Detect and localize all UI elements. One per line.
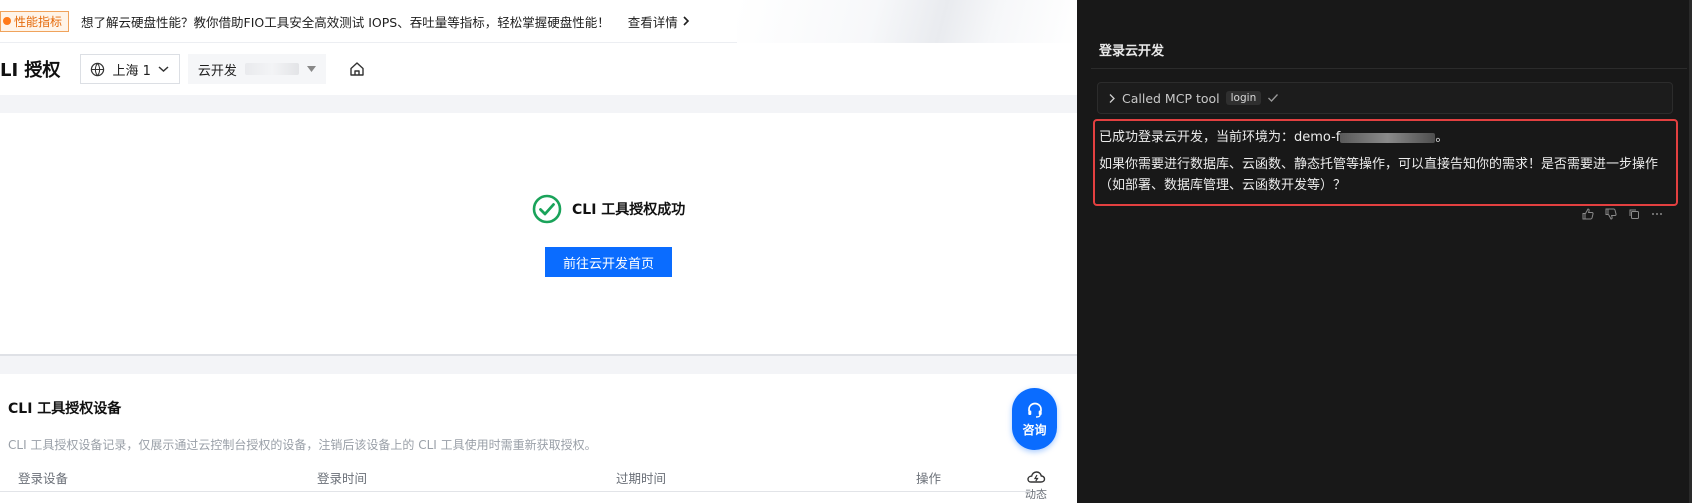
auth-success-status: CLI 工具授权成功 <box>532 194 685 224</box>
auth-success-message: CLI 工具授权成功 <box>572 202 686 218</box>
chevron-right-icon <box>1109 93 1115 103</box>
home-icon <box>350 62 364 76</box>
thumbs-down-icon <box>1605 208 1617 220</box>
chat-divider <box>1091 68 1687 69</box>
auth-success-card: CLI 工具授权成功 前往云开发首页 <box>0 113 1077 356</box>
banner-graphic <box>737 0 1077 43</box>
chat-panel: 登录云开发 Called MCP tool login 已成功登录云开发，当前环… <box>1077 0 1692 503</box>
headset-icon <box>1027 402 1042 418</box>
dislike-button[interactable] <box>1604 207 1618 221</box>
devices-description: CLI 工具授权设备记录，仅展示通过云控制台授权的设备，注销后该设备上的 CLI… <box>8 438 597 452</box>
like-button[interactable] <box>1581 207 1595 221</box>
banner-tag-label: 性能指标 <box>14 14 63 29</box>
env-id-redacted <box>1340 132 1436 143</box>
region-label: 上海 1 <box>112 63 151 79</box>
banner-details-link[interactable]: 查看详情 <box>628 12 690 31</box>
dynamic-button[interactable]: 动态 <box>1018 470 1054 503</box>
message-env-suffix: 。 <box>1435 130 1449 145</box>
mcp-tool-call-row[interactable]: Called MCP tool login <box>1097 82 1673 114</box>
check-icon <box>1268 94 1279 102</box>
page-header: LI 授权 上海 1 云开发 <box>0 43 1077 95</box>
column-header-device: 登录设备 <box>18 471 69 486</box>
home-button[interactable] <box>346 58 368 80</box>
tool-call-text: Called MCP tool <box>1122 90 1220 106</box>
go-to-console-button[interactable]: 前往云开发首页 <box>545 247 672 277</box>
thumbs-up-icon <box>1582 208 1594 220</box>
promo-banner: 性能指标 想了解云硬盘性能？教你借助FIO工具安全高效测试 IOPS、吞吐量等指… <box>0 0 1077 43</box>
consult-button[interactable]: 咨询 <box>1012 388 1057 450</box>
message-env-prefix: 已成功登录云开发，当前环境为：demo-f <box>1099 130 1341 145</box>
more-button[interactable] <box>1650 207 1664 221</box>
column-header-action: 操作 <box>916 471 942 486</box>
cloud-icon <box>1027 471 1046 483</box>
tag-dot-icon <box>3 17 11 25</box>
more-icon <box>1652 213 1662 215</box>
banner-tag: 性能指标 <box>0 10 70 32</box>
auth-devices-card: CLI 工具授权设备 CLI 工具授权设备记录，仅展示通过云控制台授权的设备，注… <box>0 374 1077 503</box>
env-label: 云开发 <box>197 63 237 79</box>
assistant-message-line-1: 已成功登录云开发，当前环境为：demo-f 。 <box>1099 126 1448 145</box>
banner-link-label: 查看详情 <box>627 14 678 30</box>
env-select[interactable]: 云开发 <box>187 54 326 84</box>
chevron-down-icon <box>158 66 169 73</box>
banner-text: 想了解云硬盘性能？教你借助FIO工具安全高效测试 IOPS、吞吐量等指标，轻松掌… <box>81 14 610 30</box>
dynamic-label: 动态 <box>1025 488 1047 501</box>
tool-name-badge: login <box>1225 91 1262 105</box>
devices-title: CLI 工具授权设备 <box>8 401 122 417</box>
chevron-right-icon <box>683 16 689 26</box>
assistant-message-line-3: （如部署、数据库管理、云函数开发等）？ <box>1099 178 1347 193</box>
check-circle-icon <box>532 194 562 224</box>
region-select[interactable]: 上海 1 <box>80 54 180 84</box>
copy-button[interactable] <box>1627 207 1641 221</box>
message-actions <box>1581 207 1664 221</box>
devices-table-header: 登录设备 登录时间 过期时间 操作 <box>0 460 1040 492</box>
column-header-expire-time: 过期时间 <box>616 471 667 486</box>
chat-title: 登录云开发 <box>1099 44 1165 59</box>
assistant-message-line-2: 如果你需要进行数据库、云函数、静态托管等操作，可以直接告知你的需求！是否需要进一… <box>1099 157 1659 172</box>
screen: 性能指标 想了解云硬盘性能？教你借助FIO工具安全高效测试 IOPS、吞吐量等指… <box>0 0 1692 503</box>
caret-down-icon <box>306 66 316 72</box>
page-title: LI 授权 <box>0 60 61 81</box>
globe-icon <box>91 62 105 76</box>
consult-label: 咨询 <box>1022 422 1047 437</box>
column-header-login-time: 登录时间 <box>317 471 368 486</box>
copy-icon <box>1629 209 1639 219</box>
console-pane: 性能指标 想了解云硬盘性能？教你借助FIO工具安全高效测试 IOPS、吞吐量等指… <box>0 0 1077 503</box>
env-name-redacted <box>244 63 299 75</box>
